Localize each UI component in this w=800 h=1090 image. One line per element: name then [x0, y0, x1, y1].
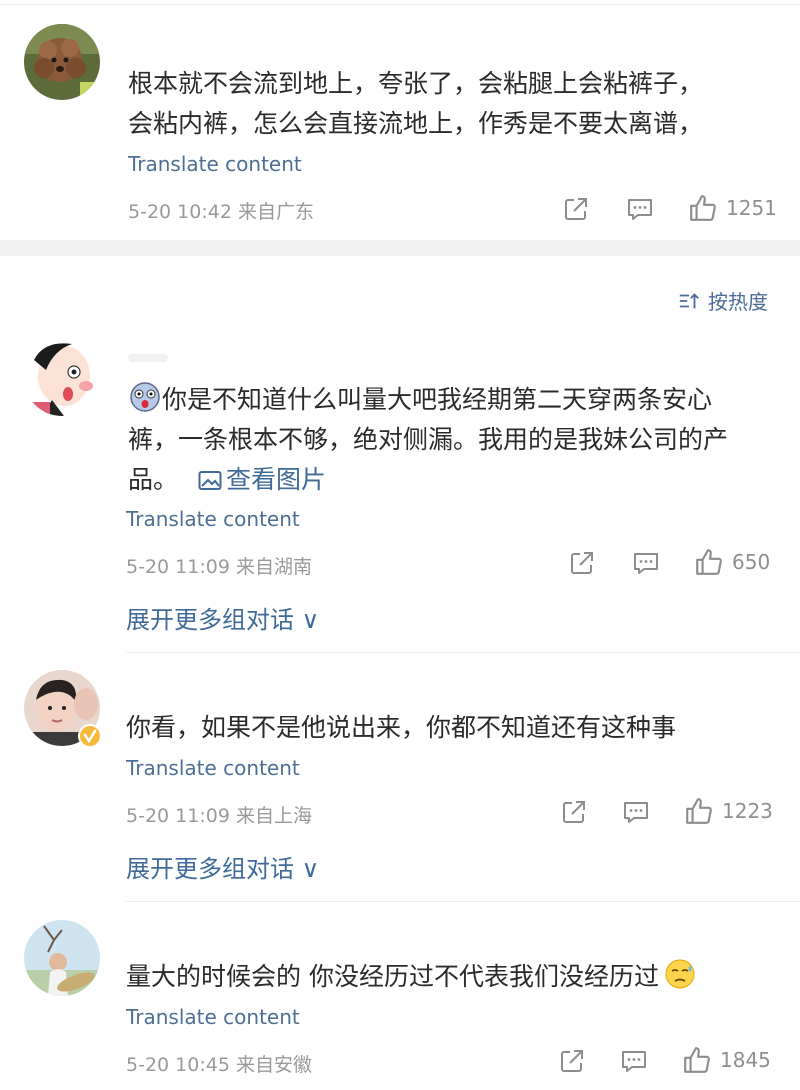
translate-link[interactable]: Translate content: [126, 507, 300, 531]
sort-by-hot-button[interactable]: 按热度: [678, 286, 768, 315]
comment-time: 5-20 10:42: [128, 201, 232, 223]
comment-line: 量大的时候会的 你没经历过不代表我们没经历过: [126, 957, 776, 997]
expand-more-replies-link[interactable]: 展开更多组对话 ∨: [126, 600, 319, 635]
top-divider: [0, 4, 800, 5]
expand-more-replies-link[interactable]: 展开更多组对话 ∨: [126, 849, 319, 884]
comment-icon: [634, 553, 658, 574]
avatar[interactable]: [24, 24, 100, 100]
share-button[interactable]: [562, 195, 590, 223]
comment-icon: [624, 802, 648, 823]
comment-button[interactable]: [626, 195, 654, 223]
share-icon: [561, 1050, 583, 1072]
like-button[interactable]: 1223: [684, 796, 773, 826]
thumbs-up-icon: [696, 549, 722, 575]
thumbs-up-icon: [684, 1047, 710, 1073]
share-button[interactable]: [558, 1047, 586, 1075]
person-holding-fish-avatar: [24, 920, 100, 996]
comment-line: 你看，如果不是他说出来，你都不知道还有这种事: [126, 713, 677, 742]
comment-meta: 5-20 10:45 来自安徽: [126, 1050, 312, 1077]
shocked-face-emoji: [130, 382, 160, 412]
share-icon: [571, 552, 593, 574]
username-placeholder: [128, 354, 168, 362]
comment-text: 根本就不会流到地上，夸张了，会粘腿上会粘裤子， 会粘内裤，怎么会直接流地上，作秀…: [128, 64, 778, 144]
share-icon: [565, 198, 587, 220]
comment-line-text: 品。: [128, 465, 179, 494]
comment-meta: 5-20 10:42 来自广东: [128, 197, 314, 224]
comment-time: 5-20 11:09: [126, 805, 230, 827]
translate-link[interactable]: Translate content: [128, 152, 302, 176]
like-count: 650: [732, 550, 771, 574]
comment-line: 品。 查看图片: [128, 460, 778, 500]
comment-icon: [628, 199, 652, 220]
comment-line: 根本就不会流到地上，夸张了，会粘腿上会粘裤子，: [128, 69, 704, 98]
comment-line-text: 你是不知道什么叫量大吧我经期第二天穿两条安心: [162, 385, 713, 414]
comment-button[interactable]: [622, 798, 650, 826]
comment-meta: 5-20 11:09 来自湖南: [126, 552, 312, 579]
comment-location: 来自上海: [235, 805, 312, 827]
comment-icon: [622, 1051, 646, 1072]
comment-text: 你是不知道什么叫量大吧我经期第二天穿两条安心 裤，一条根本不够，绝对侧漏。我用的…: [128, 380, 778, 500]
like-count: 1223: [722, 799, 773, 823]
comment-divider: [126, 652, 800, 653]
avatar[interactable]: [24, 920, 100, 996]
like-button[interactable]: 650: [694, 547, 770, 577]
comment-location: 来自广东: [237, 201, 314, 223]
sweat-face-emoji: [665, 959, 695, 989]
comment-text: 量大的时候会的 你没经历过不代表我们没经历过: [126, 957, 776, 997]
poodle-dog-avatar: [24, 24, 100, 100]
thumbs-up-icon: [690, 195, 716, 221]
comment-line: 会粘内裤，怎么会直接流地上，作秀是不要太离谱，: [128, 109, 704, 138]
comment-location: 来自安徽: [235, 1054, 312, 1076]
thumbs-up-icon: [686, 798, 712, 824]
verified-badge-icon: [78, 724, 102, 752]
translate-link[interactable]: Translate content: [126, 756, 300, 780]
section-separator: [0, 240, 800, 256]
comment-line: 裤，一条根本不够，绝对侧漏。我用的是我妹公司的产: [128, 425, 729, 454]
sort-icon: [679, 292, 699, 308]
view-image-link[interactable]: 查看图片: [198, 465, 326, 494]
comment-time: 5-20 10:45: [126, 1054, 230, 1076]
comment-text: 你看，如果不是他说出来，你都不知道还有这种事: [126, 708, 776, 748]
like-button[interactable]: 1845: [682, 1045, 771, 1075]
comment-divider: [126, 901, 800, 902]
comment-button[interactable]: [632, 549, 660, 577]
comment-button[interactable]: [620, 1047, 648, 1075]
comment-meta: 5-20 11:09 来自上海: [126, 801, 312, 828]
share-button[interactable]: [568, 549, 596, 577]
like-count: 1845: [720, 1048, 771, 1072]
comment-time: 5-20 11:09: [126, 556, 230, 578]
comment-line: 你是不知道什么叫量大吧我经期第二天穿两条安心: [128, 380, 778, 420]
like-button[interactable]: 1251: [688, 193, 777, 223]
sort-label: 按热度: [708, 290, 768, 314]
avatar[interactable]: [24, 340, 100, 416]
view-image-label: 查看图片: [225, 465, 326, 494]
comment-location: 来自湖南: [235, 556, 312, 578]
like-count: 1251: [726, 196, 777, 220]
image-icon: [198, 471, 222, 490]
share-icon: [563, 801, 585, 823]
cartoon-girl-avatar: [24, 340, 100, 416]
translate-link[interactable]: Translate content: [126, 1005, 300, 1029]
share-button[interactable]: [560, 798, 588, 826]
comment-line-text: 量大的时候会的 你没经历过不代表我们没经历过: [126, 962, 659, 991]
